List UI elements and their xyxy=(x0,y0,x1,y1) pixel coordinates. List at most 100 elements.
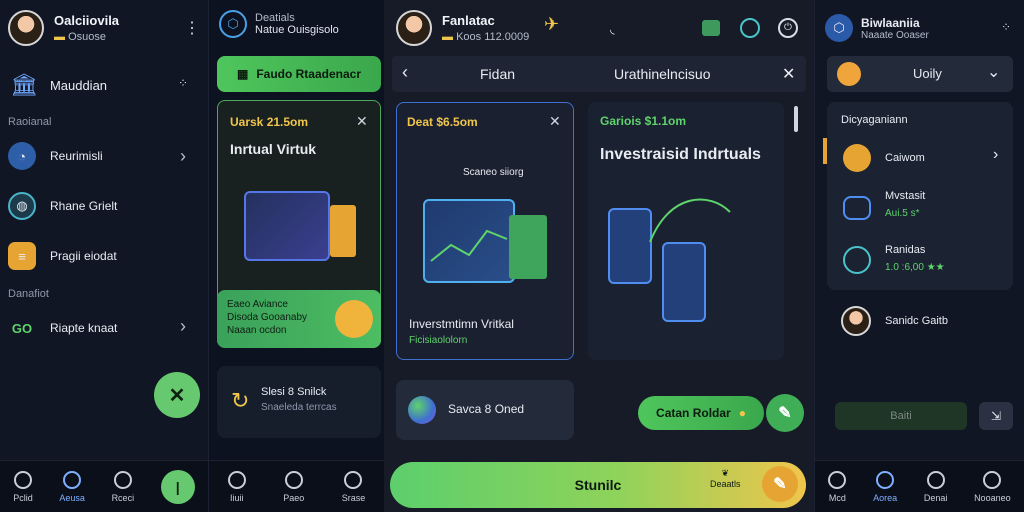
refresh-icon: ↻ xyxy=(231,388,250,413)
network-icon xyxy=(408,396,436,424)
nav-aeusa[interactable]: Aeusa xyxy=(59,470,85,503)
card-title: Inrtual Virtuk xyxy=(230,141,317,157)
nav-label: Iiuii xyxy=(229,492,244,503)
scrollbar[interactable] xyxy=(794,106,798,132)
nav-rceci[interactable]: Rceci xyxy=(111,470,135,503)
close-icon[interactable]: ✕ xyxy=(782,64,795,84)
coin-icon xyxy=(837,62,861,86)
wifi-icon: ◟ xyxy=(610,22,615,36)
globe-icon: ◍ xyxy=(8,192,36,220)
app-logo-icon: ⬡ xyxy=(219,10,247,38)
more-icon[interactable]: ⋮ xyxy=(184,18,201,38)
bank-section[interactable]: 🏛 Mauddian xyxy=(10,72,107,98)
list-item-title[interactable]: Mvstasit xyxy=(885,190,925,202)
app-logo-icon: ⬡ xyxy=(825,14,853,42)
small-card-label: Savca 8 Oned xyxy=(448,402,525,416)
home-icon xyxy=(14,470,33,489)
list-item-title[interactable]: Ranidas xyxy=(885,244,925,256)
sidebar-item-reurimisli[interactable]: ◔ Reurimisli xyxy=(8,142,103,170)
main-panel: Fanlatac ▬ Koos 112.0009 ✈ ◟ ⏻ ‹ Fidan U… xyxy=(384,0,814,512)
card-price: Deat $6.5om xyxy=(407,115,478,129)
primary-bottom-button[interactable]: Stunilc xyxy=(390,462,806,508)
bottom-nav: Mcd Aorea Denai Nooaneo xyxy=(815,460,1024,512)
chevron-right-icon: › xyxy=(180,316,186,336)
contact-row[interactable]: Sanidc Gaitb xyxy=(841,306,948,336)
close-icon[interactable]: ✕ xyxy=(549,113,561,130)
expand-icon[interactable]: ⇲ xyxy=(979,402,1013,430)
nav-srase[interactable]: Srase xyxy=(342,470,365,503)
investment-card-2[interactable]: Gariois $1.1om Investraisid Indrtuals xyxy=(588,102,784,360)
chart-illustration xyxy=(423,199,515,283)
nav-home[interactable]: Pclid xyxy=(13,470,33,503)
profile-header[interactable]: Fanlatac ▬ Koos 112.0009 xyxy=(396,10,529,46)
leaf-icon: ❦ xyxy=(721,468,730,478)
period-select[interactable]: Uoily ⌄ xyxy=(827,56,1013,92)
back-icon[interactable]: ‹ xyxy=(402,62,408,83)
nav-paeo[interactable]: Paeo xyxy=(283,470,305,503)
list-item-sub: Aui.5 s* xyxy=(885,208,920,219)
profile-header[interactable]: Oalciiovila ▬ Osuose xyxy=(8,10,119,46)
compass-icon xyxy=(926,470,945,489)
app-subtitle: Natue Ouisgisolo xyxy=(255,24,339,36)
list-item-title[interactable]: Caiwom xyxy=(885,152,925,164)
go-icon: GO xyxy=(11,320,33,336)
bolt-icon xyxy=(876,470,895,489)
grid-icon[interactable]: ⁘ xyxy=(1001,20,1012,34)
investment-card-1[interactable]: Deat $6.5om ✕ Scaneo siiorg Inverstmtimn… xyxy=(396,102,574,360)
sidebar-item-pragii[interactable]: ≡ Pragii eiodat xyxy=(8,242,117,270)
action-button[interactable]: | xyxy=(160,469,195,504)
nav-iiuii[interactable]: Iiuii xyxy=(227,470,246,503)
line-chart-icon xyxy=(430,229,508,262)
button-label: Catan Roldar xyxy=(656,406,731,420)
nav-nooaneo[interactable]: Nooaneo xyxy=(974,470,1011,503)
nav-label: Denai xyxy=(923,492,948,503)
promo-card[interactable]: Eaeo Aviance Disoda Gooanaby Naaan ocdon xyxy=(217,290,381,348)
bank-icon: 🏛 xyxy=(10,72,38,97)
group-label: Raoianal xyxy=(8,116,52,128)
sidebar-item-riapte[interactable]: GO Riapte knaat xyxy=(8,314,118,342)
edit-fab-button[interactable]: ✎ xyxy=(762,466,798,502)
bolt-icon xyxy=(63,470,82,489)
list-title: Slesi 8 Snilck xyxy=(261,386,327,398)
section-title: Mauddian xyxy=(49,77,108,93)
nav-label: Rceci xyxy=(111,492,135,503)
user-subtitle: Koos 112.0009 xyxy=(456,31,530,43)
close-icon[interactable]: ✕ xyxy=(356,113,368,130)
rocket-icon[interactable]: ✈ xyxy=(544,14,559,35)
button-label: Faudo Rtaadenacr xyxy=(256,67,362,81)
nav-label: Mcd xyxy=(828,492,846,503)
nav-denai[interactable]: Denai xyxy=(923,470,948,503)
edit-fab-button[interactable]: ✎ xyxy=(766,394,804,432)
bottom-nav: Iiuii Paeo Srase xyxy=(209,460,384,512)
bottom-right-action[interactable]: ❦ Deaatls xyxy=(710,468,741,489)
coin-icon: ● xyxy=(738,406,746,420)
app-title: Biwlaaniia xyxy=(861,15,920,30)
nav-label: Pclid xyxy=(13,492,33,503)
contact-name: Sanidc Gaitb xyxy=(885,315,948,327)
select-value: Uoily xyxy=(913,66,942,81)
list-item-sub: 1.0 :6,00 ★★ xyxy=(885,262,945,273)
grid-app-icon[interactable] xyxy=(702,20,720,36)
nav-label: Paeo xyxy=(283,492,305,503)
small-card[interactable]: Savca 8 Oned xyxy=(396,380,574,440)
top-action-button[interactable]: ▦ Faudo Rtaadenacr xyxy=(217,56,381,92)
close-fab-button[interactable]: ✕ xyxy=(154,372,200,418)
chart-bar-illustration xyxy=(330,205,356,257)
nav-aorea[interactable]: Aorea xyxy=(873,470,897,503)
toolbar: ‹ Fidan Urathinelncisuo ✕ xyxy=(392,56,806,92)
sidebar-item-rhane[interactable]: ◍ Rhane Grielt xyxy=(8,192,117,220)
calendar-icon: ▦ xyxy=(236,67,249,81)
action-button[interactable]: Catan Roldar ● xyxy=(638,396,764,430)
power-icon[interactable]: ⏻ xyxy=(778,18,798,38)
list-card[interactable]: ↻ Slesi 8 Snilck Snaeleda terrcas xyxy=(217,366,381,438)
card-title: Inverstmtimn Vritkal xyxy=(409,317,514,331)
gift-icon xyxy=(843,144,871,172)
grid-icon[interactable]: ⁘ xyxy=(178,76,189,90)
status-icon[interactable] xyxy=(740,18,760,38)
dim-button[interactable]: Baiti xyxy=(835,402,967,430)
action-label: Deaatls xyxy=(710,479,741,489)
illustration-panel xyxy=(244,191,330,261)
gauge-icon xyxy=(843,246,871,274)
nav-mcd[interactable]: Mcd xyxy=(828,470,847,503)
wallet-icon: ▬ xyxy=(54,31,65,43)
